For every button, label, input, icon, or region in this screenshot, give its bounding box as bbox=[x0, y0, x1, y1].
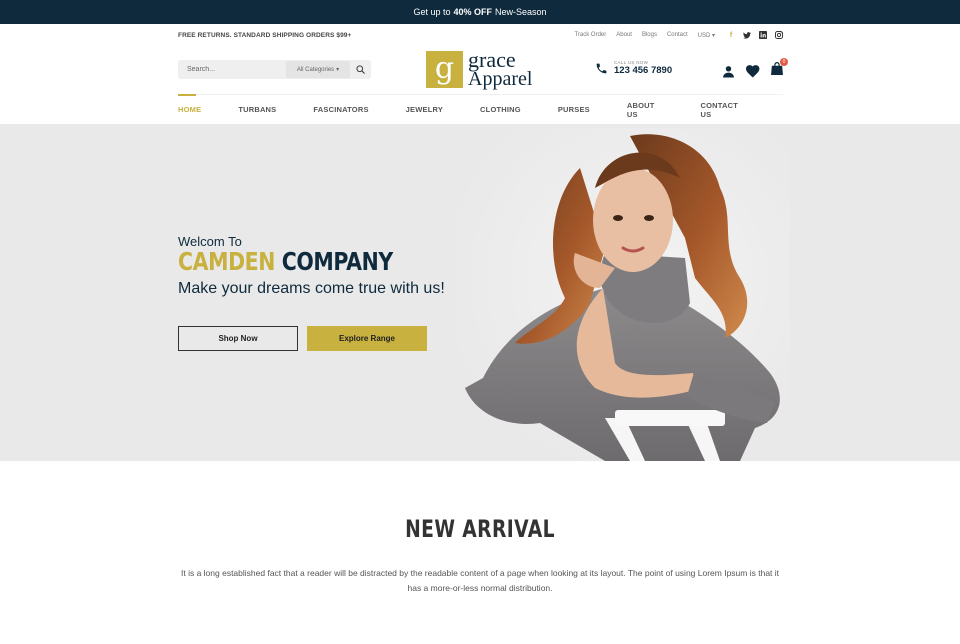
shop-now-button[interactable]: Shop Now bbox=[178, 326, 298, 351]
promo-highlight: 40% OFF bbox=[453, 7, 492, 17]
logo-mark: g bbox=[426, 50, 463, 88]
site-header: All Categories ▾ g grace Apparel CALL US… bbox=[178, 47, 788, 92]
promo-suffix: New-Season bbox=[495, 7, 547, 17]
nav-item-turbans[interactable]: TURBANS bbox=[238, 95, 276, 125]
new-arrival-title: NEW ARRIVAL bbox=[405, 515, 555, 543]
call-text: CALL US NOW 123 456 7890 bbox=[614, 60, 672, 76]
call-us[interactable]: CALL US NOW 123 456 7890 bbox=[595, 60, 672, 76]
site-logo[interactable]: g grace Apparel bbox=[426, 47, 538, 90]
hero-copy: Welcom To CAMDEN COMPANY Make your dream… bbox=[178, 234, 445, 298]
hero-model-image bbox=[455, 128, 790, 461]
hero-company-name: CAMDEN COMPANY bbox=[178, 247, 397, 276]
logo-line2: Apparel bbox=[468, 67, 533, 90]
chevron-down-icon: ▾ bbox=[711, 32, 715, 39]
link-blogs[interactable]: Blogs bbox=[642, 32, 657, 38]
company-name-part1: CAMDEN bbox=[178, 247, 276, 276]
chevron-down-icon: ▾ bbox=[336, 67, 340, 73]
phone-number: 123 456 7890 bbox=[614, 65, 673, 76]
twitter-icon[interactable] bbox=[743, 31, 751, 39]
nav-item-jewelry[interactable]: JEWELRY bbox=[406, 95, 443, 125]
header-actions: 0 bbox=[722, 58, 788, 80]
social-icons: f bbox=[727, 31, 783, 39]
link-contact[interactable]: Contact bbox=[667, 32, 688, 38]
link-about[interactable]: About bbox=[616, 32, 632, 38]
cart-button[interactable]: 0 bbox=[771, 58, 788, 80]
utility-links: Track Order About Blogs Contact USD ▾ f bbox=[574, 31, 783, 39]
nav-item-fascinators[interactable]: FASCINATORS bbox=[313, 95, 368, 125]
heart-icon[interactable] bbox=[746, 64, 760, 78]
hero-tagline: Make your dreams come true with us! bbox=[178, 280, 445, 298]
cart-count-badge: 0 bbox=[780, 58, 788, 66]
user-icon[interactable] bbox=[722, 65, 735, 78]
search-input[interactable] bbox=[178, 60, 286, 79]
hero-actions: Shop Now Explore Range bbox=[178, 326, 427, 351]
phone-icon bbox=[596, 63, 607, 73]
hero-banner: Welcom To CAMDEN COMPANY Make your dream… bbox=[0, 124, 960, 461]
search-button[interactable] bbox=[350, 60, 371, 79]
search-icon bbox=[356, 65, 365, 74]
nav-item-about-us[interactable]: ABOUT US bbox=[627, 95, 664, 125]
nav-item-clothing[interactable]: CLOTHING bbox=[480, 95, 521, 125]
explore-range-button[interactable]: Explore Range bbox=[307, 326, 427, 351]
currency-label: USD bbox=[697, 32, 711, 39]
shipping-note: FREE RETURNS. STANDARD SHIPPING ORDERS $… bbox=[178, 31, 352, 39]
instagram-icon[interactable] bbox=[775, 31, 783, 39]
nav-item-contact-us[interactable]: CONTACT US bbox=[701, 95, 746, 125]
promo-banner: Get up to 40% OFF New-Season bbox=[0, 0, 960, 24]
logo-line1: grace bbox=[468, 47, 516, 73]
nav-item-home[interactable]: HOME bbox=[178, 93, 201, 125]
nav-item-purses[interactable]: PURSES bbox=[558, 95, 590, 125]
currency-selector[interactable]: USD ▾ bbox=[698, 32, 715, 39]
search-bar: All Categories ▾ bbox=[178, 60, 371, 79]
new-arrival-description: It is a long established fact that a rea… bbox=[180, 568, 780, 593]
category-dropdown[interactable]: All Categories ▾ bbox=[286, 61, 350, 78]
facebook-icon[interactable]: f bbox=[727, 31, 735, 39]
category-label: All Categories bbox=[296, 66, 335, 73]
promo-prefix: Get up to bbox=[413, 7, 451, 17]
link-track-order[interactable]: Track Order bbox=[574, 32, 606, 38]
main-nav: HOME TURBANS FASCINATORS JEWELRY CLOTHIN… bbox=[178, 93, 783, 125]
company-name-part2: COMPANY bbox=[281, 247, 393, 276]
linkedin-icon[interactable] bbox=[759, 31, 767, 39]
utility-bar: FREE RETURNS. STANDARD SHIPPING ORDERS $… bbox=[178, 24, 783, 46]
logo-text: grace Apparel bbox=[468, 47, 533, 90]
